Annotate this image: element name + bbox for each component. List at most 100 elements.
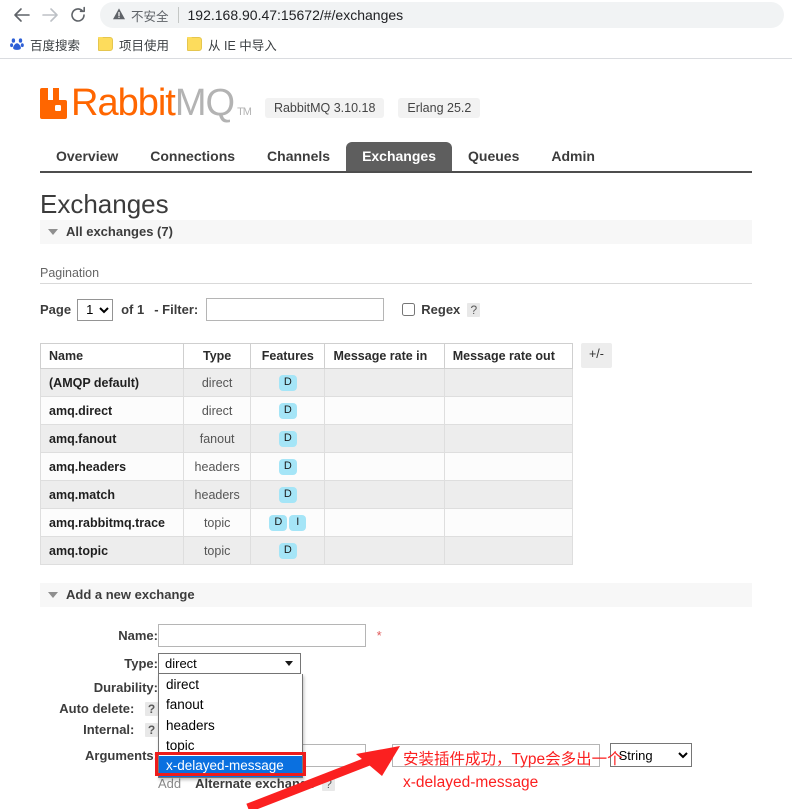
- cell-exchange-name[interactable]: amq.fanout: [39, 424, 185, 453]
- add-exchange-section-header[interactable]: Add a new exchange: [40, 583, 752, 607]
- folder-icon: [187, 37, 203, 51]
- cell-message-rate-in: [324, 480, 445, 509]
- toggle-columns-button[interactable]: +/-: [581, 343, 612, 368]
- table-row[interactable]: amq.direct direct D: [39, 396, 574, 425]
- cell-message-rate-in: [324, 424, 445, 453]
- bookmark-label: 从 IE 中导入: [208, 38, 277, 53]
- type-label: Type:: [124, 656, 158, 671]
- rabbitmq-logo[interactable]: Rabbit MQ TM: [40, 82, 252, 124]
- bookmark-baidu[interactable]: 百度搜索: [10, 35, 80, 54]
- arguments-label: Arguments:: [85, 747, 158, 763]
- security-indicator[interactable]: 不安全: [112, 6, 169, 25]
- logo-text-rabbit: Rabbit: [71, 82, 176, 124]
- alternate-exchange-label[interactable]: Alternate exchange: [195, 776, 315, 791]
- exchanges-table: Name Type Features Message rate in Messa…: [39, 343, 574, 565]
- reload-icon[interactable]: [64, 1, 92, 29]
- regex-label: Regex: [421, 302, 461, 317]
- exchanges-table-wrapper: Name Type Features Message rate in Messa…: [39, 343, 792, 565]
- cell-exchange-type: topic: [183, 536, 252, 565]
- bookmarks-bar: 百度搜索 项目使用 从 IE 中导入: [0, 30, 792, 58]
- dropdown-option-direct[interactable]: direct: [159, 675, 302, 695]
- cell-exchange-features: D: [250, 536, 326, 565]
- bookmark-label: 项目使用: [119, 38, 170, 53]
- add-exchange-label: Add a new exchange: [66, 587, 195, 602]
- regex-checkbox[interactable]: [402, 303, 416, 316]
- rabbitmq-logo-icon: [40, 87, 67, 119]
- internal-help-icon[interactable]: ?: [145, 723, 158, 737]
- auto-delete-label: Auto delete: ?: [40, 698, 158, 719]
- page-number-select[interactable]: 1: [77, 298, 114, 321]
- back-arrow-icon[interactable]: [8, 1, 36, 29]
- column-header-type[interactable]: Type: [183, 343, 252, 369]
- browser-chrome: 不安全 192.168.90.47:15672/#/exchanges 百度搜索…: [0, 0, 792, 62]
- column-header-msg-rate-out[interactable]: Message rate out: [443, 343, 574, 369]
- form-row-name: Name: *: [40, 621, 692, 650]
- cell-message-rate-out: [443, 480, 574, 509]
- filter-input[interactable]: [206, 298, 385, 321]
- cell-exchange-features: D: [250, 396, 326, 425]
- folder-icon: [98, 37, 114, 51]
- cell-message-rate-in: [324, 368, 445, 397]
- cell-exchange-name[interactable]: amq.match: [39, 480, 185, 509]
- dropdown-option-fanout[interactable]: fanout: [159, 695, 302, 715]
- pagination-divider: [40, 283, 752, 284]
- dropdown-option-topic[interactable]: topic: [159, 736, 302, 756]
- table-row[interactable]: amq.rabbitmq.trace topic D I: [39, 508, 574, 537]
- alternate-exchange-help-icon[interactable]: ?: [322, 776, 336, 791]
- add-row-spacer: [40, 770, 158, 794]
- page-label: Page: [40, 302, 72, 317]
- rabbitmq-version-badge: RabbitMQ 3.10.18: [264, 98, 385, 118]
- cell-message-rate-in: [324, 452, 445, 481]
- exchange-type-dropdown[interactable]: direct fanout headers topic x-delayed-me…: [155, 674, 306, 778]
- feature-badge: D: [269, 515, 288, 531]
- bookmark-project[interactable]: 项目使用: [98, 35, 169, 54]
- cell-message-rate-in: [324, 536, 445, 565]
- column-header-name[interactable]: Name: [39, 343, 185, 369]
- cell-exchange-features: D: [250, 424, 326, 453]
- cell-exchange-name[interactable]: amq.rabbitmq.trace: [39, 508, 185, 537]
- cell-exchange-name[interactable]: amq.headers: [39, 452, 185, 481]
- exchange-type-select[interactable]: direct: [158, 653, 301, 674]
- column-header-features[interactable]: Features: [250, 343, 326, 369]
- pagination-label: Pagination: [40, 266, 100, 280]
- auto-delete-help-icon[interactable]: ?: [145, 702, 158, 716]
- warning-triangle-icon: [112, 7, 126, 24]
- table-row[interactable]: amq.headers headers D: [39, 452, 574, 481]
- baidu-icon: [10, 37, 24, 51]
- all-exchanges-section-header[interactable]: All exchanges (7): [40, 220, 752, 244]
- auto-delete-text: Auto delete:: [59, 701, 135, 716]
- tab-queues[interactable]: Queues: [452, 142, 535, 171]
- table-row[interactable]: (AMQP default) direct D: [39, 368, 574, 397]
- dropdown-option-headers[interactable]: headers: [159, 716, 302, 736]
- cell-exchange-name[interactable]: amq.direct: [39, 396, 185, 425]
- bookmark-ie-import[interactable]: 从 IE 中导入: [187, 35, 277, 54]
- cell-exchange-name[interactable]: (AMQP default): [39, 368, 185, 397]
- cell-message-rate-out: [443, 396, 574, 425]
- tab-exchanges[interactable]: Exchanges: [346, 142, 452, 171]
- main-nav-tabs: Overview Connections Channels Exchanges …: [40, 141, 752, 173]
- table-row[interactable]: amq.topic topic D: [39, 536, 574, 565]
- regex-help-icon[interactable]: ?: [467, 302, 481, 317]
- arguments-equals-sign: =: [375, 747, 383, 763]
- exchange-name-input[interactable]: [158, 624, 366, 647]
- logo-trademark: TM: [237, 106, 252, 118]
- required-marker: *: [376, 628, 382, 643]
- all-exchanges-label: All exchanges (7): [66, 224, 173, 239]
- dropdown-option-x-delayed-message[interactable]: x-delayed-message: [159, 756, 302, 777]
- table-row[interactable]: amq.fanout fanout D: [39, 424, 574, 453]
- column-header-msg-rate-in[interactable]: Message rate in: [324, 343, 445, 369]
- security-text: 不安全: [131, 9, 169, 24]
- tab-admin[interactable]: Admin: [535, 142, 611, 171]
- add-argument-link[interactable]: Add: [158, 776, 181, 791]
- forward-arrow-icon[interactable]: [36, 1, 64, 29]
- filter-label: - Filter:: [154, 302, 199, 317]
- tab-connections[interactable]: Connections: [134, 142, 251, 171]
- cell-exchange-name[interactable]: amq.topic: [39, 536, 185, 565]
- feature-badge: D: [278, 375, 297, 391]
- pagination-controls: Page 1 of 1 - Filter: Regex ?: [40, 298, 792, 321]
- tab-overview[interactable]: Overview: [40, 142, 134, 171]
- address-bar[interactable]: 不安全 192.168.90.47:15672/#/exchanges: [100, 2, 784, 28]
- annotation-line-1: 安装插件成功，Type会多出一个: [403, 751, 623, 768]
- tab-channels[interactable]: Channels: [251, 142, 346, 171]
- table-row[interactable]: amq.match headers D: [39, 480, 574, 509]
